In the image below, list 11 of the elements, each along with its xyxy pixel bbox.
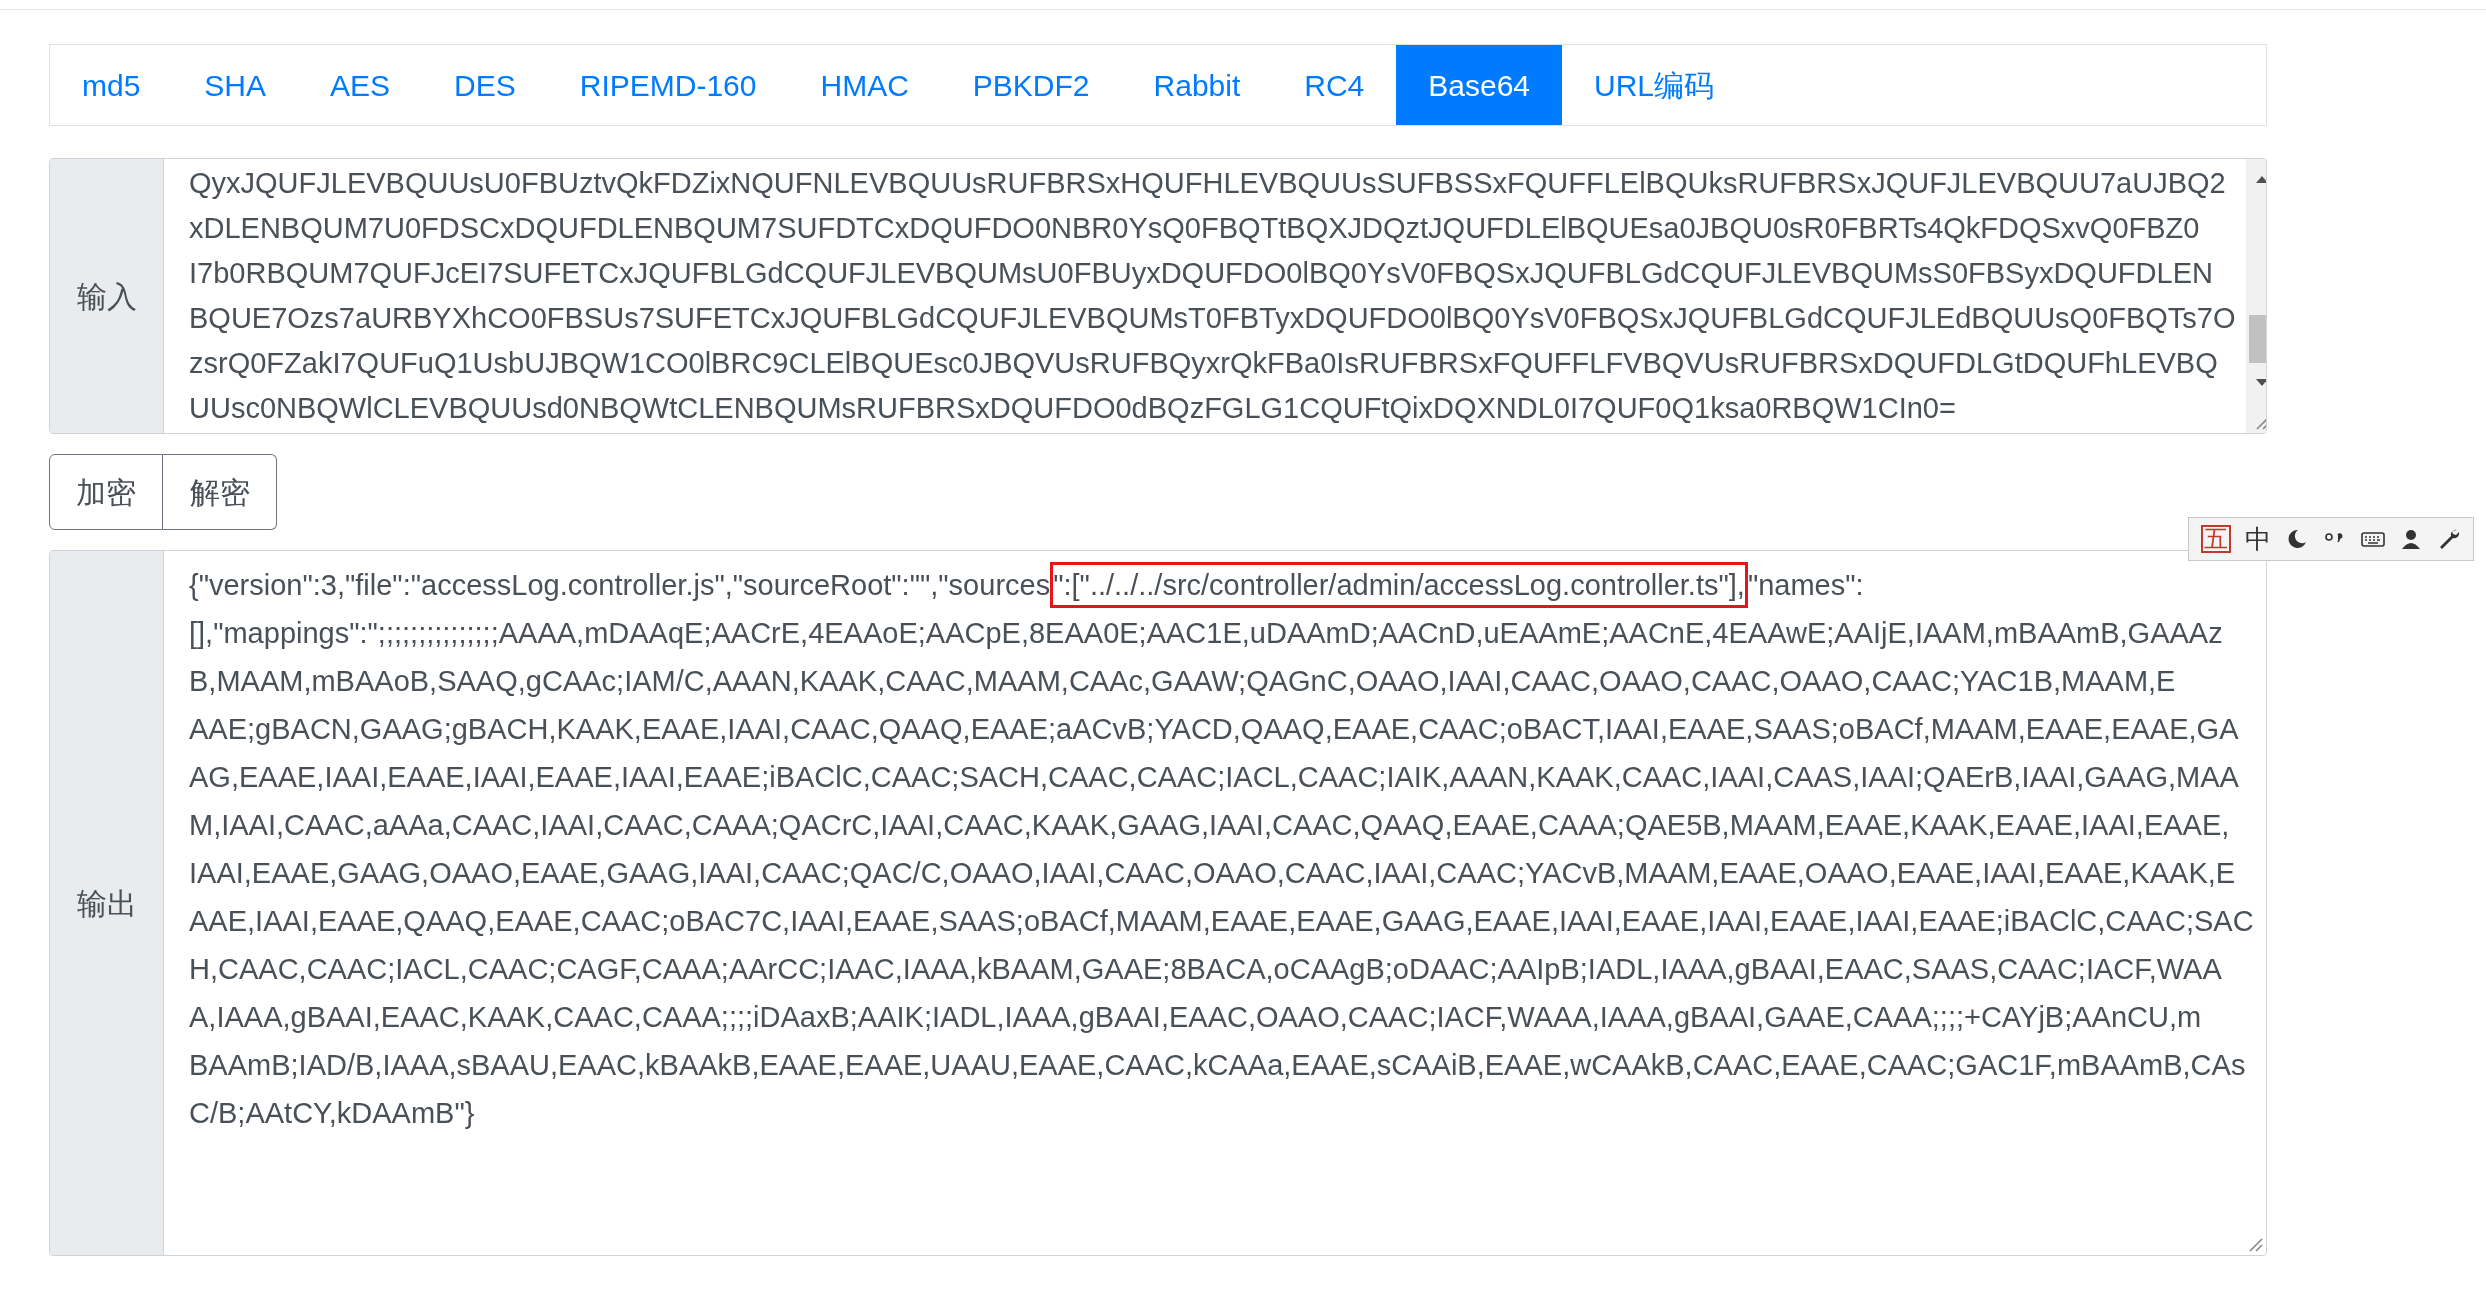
user-icon[interactable] xyxy=(2399,527,2423,551)
button[interactable]: 加密 xyxy=(49,454,163,530)
input-field[interactable]: QyxJQUFJLEVBQUUsU0FBUztvQkFDZixNQUFNLEVBQUUsRUFBRSxHQUFHLEVBQUUsSUFBSSxFQUFFLElBQUksRUFBRSxJQUFJLEVBQUU7aUJBQ2 xDLENBQUM7U0FDSCxDQUFDLENBQUM7SUFDTCxDQUFDO0NBR0YsQ0FBQTtBQXJDQztJQUFDLElBQUEsa0JBQU0sR0FBRTs4QkFDQSxvQ0FBZ0 I7b0RBQUM7QUFJcEI7SUFETCxJQUFBLGdCQUFJLEVBQUMsU0FBUyxDQUFDO0lBQ0YsV0FBQSxJQUFBLGdCQUFJLEVBQUMsS0FBSyxDQUFDLEN BQUE7Ozs7aURBYXhCO0FBSUs7SUFETCxJQUFBLGdCQUFJLEVBQUMsT0FBTyxDQUFDO0lBQ0YsV0FBQSxJQUFBLGdCQUFJLEdBQUUsQ0FBQTs7O zsrQ0FZakI7QUFuQ1UsbUJBQW1CO0lBRC9CLElBQUEsc0JBQVUsRUFBQyxrQkFBa0IsRUFBRSxFQUFFLFVBQVUsRUFBRSxDQUFDLGtDQUFhLEVBQ UUsc0NBQWlCLEVBQUUsd0NBQWtCLENBQUMsRUFBRSxDQUFDO0dBQzFGLG1CQUFtQixDQXNDL0I7QUF0Q1ksa0RBQW1CIn0= xyxy=(164,159,2246,433)
tab[interactable]: Base64 xyxy=(1396,45,1563,125)
output-field[interactable]: {"version":3,"file":"accessLog.controller.js","sourceRoot":"","sources":["../../../src/controller/admin/accessLog.controller.ts"],"names": [],"mappings":";;;;;;;;;;;;;;;AAAA,mDAAqE;AACrE,4EAAoE;AACpE,8EAA0E;AAC1E,uDAAmD;AACnD,uEAAmE;AACnE,4EAAwE;AAIjE,IAAM,mBAAmB,GAAAz B,MAAM,mBAAoB,SAAQ,gCAAc;IAM/C,AAAN,KAAK,CAAC,MAAM,CAAc,GAAW;QAGnC,OAAO,IAAI,CAAC,OAAO,CAAC,OAAO,CAAC;YAC1B,MAAM,E AAE;gBACN,GAAG;gBACH,KAAK,EAAE,IAAI,CAAC,QAAQ,EAAE;aACvB;YACD,QAAQ,EAAE,CAAC;oBACT,IAAI,EAAE,SAAS;oBACf,MAAM,EAAE,EAAE,GA AG,EAAE,IAAI,EAAE,IAAI,EAAE,IAAI,EAAE;iBAClC,CAAC;SACH,CAAC,CAAC;IACL,CAAC;IAIK,AAAN,KAAK,CAAC,IAAI,CAAS,IAAI;QAErB,IAAI,GAAG,MAA M,IAAI,CAAC,aAAa,CAAC,IAAI,CAAC,CAAA;QACrC,IAAI,CAAC,KAAK,GAAG,IAAI,CAAC,QAAQ,EAAE,CAAA;QAE5B,MAAM,EAAE,KAAK,EAAE,IAAI,EAAE, IAAI,EAAE,GAAG,OAAO,EAAE,GAAG,IAAI,CAAC;QAC/C,OAAO,IAAI,CAAC,OAAO,CAAC,IAAI,CAAC;YACvB,MAAM,EAAE,OAAO,EAAE,IAAI,EAAE,KAAK,E AAE,IAAI,EAAE,QAAQ,EAAE,CAAC;oBAC7C,IAAI,EAAE,SAAS;oBACf,MAAM,EAAE,EAAE,GAAG,EAAE,IAAI,EAAE,IAAI,EAAE,IAAI,EAAE;iBAClC,CAAC;SAC H,CAAC,CAAC;IACL,CAAC;CAGF,CAAA;AArCC;IAAC,IAAA,kBAAM,GAAE;8BACA,oCAAgB;oDAAC;AAIpB;IADL,IAAA,gBAAI,EAAC,SAAS,CAAC;IACF,WAA A,IAAA,gBAAI,EAAC,KAAK,CAAC,CAAA;;;;iDAaxB;AAIK;IADL,IAAA,gBAAI,EAAC,OAAO,CAAC;IACF,WAAA,IAAA,gBAAI,GAAE,CAAA;;;;+CAYjB;AAnCU,m BAAmB;IAD/B,IAAA,sBAAU,EAAC,kBAAkB,EAAE,EAAE,UAAU,EAAE,CAAC,kCAAa,EAAE,sCAAiB,EAAE,wCAAkB,CAAC,EAAE,CAAC;GAC1F,mBAAmB,CAs C/B;AAtCY,kDAAmB"} xyxy=(164,551,2266,1255)
highlight-frame: ":["../../../src/controller/admin/accessLog.controller.ts"], xyxy=(1050,562,1748,608)
input-label: 输入 xyxy=(76,278,137,315)
ime-glyph[interactable]: 五 xyxy=(2201,525,2231,553)
output-label: 输出 xyxy=(76,885,137,922)
button[interactable]: 解密 xyxy=(163,454,277,530)
ime-glyph[interactable]: 中 xyxy=(2245,526,2271,552)
